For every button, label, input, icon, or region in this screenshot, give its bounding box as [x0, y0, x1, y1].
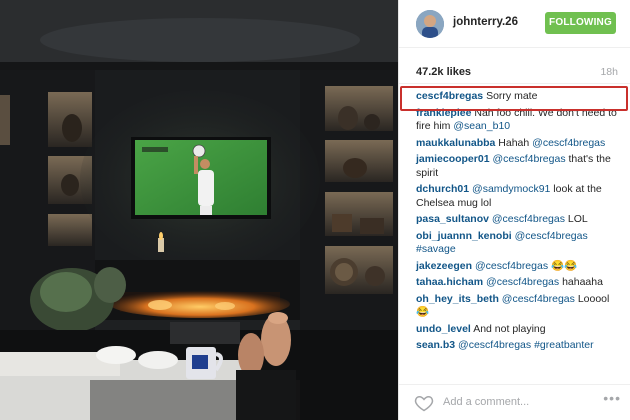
comment-username[interactable]: obi_juannn_kenobi: [416, 230, 512, 242]
likes-row: 47.2k likes 18h: [399, 56, 630, 84]
comment-mention[interactable]: @cescf4bregas: [502, 293, 575, 305]
avatar-image: [416, 10, 444, 38]
comment-username[interactable]: jakezeegen: [416, 260, 472, 272]
comment-text: And not playing: [473, 322, 546, 335]
comment-item: dchurch01 @samdymock91 look at the Chels…: [416, 183, 622, 210]
comment-mention[interactable]: @cescf4bregas: [458, 339, 531, 351]
comment-item: jamiecooper01 @cescf4bregas that's the s…: [416, 153, 622, 180]
comment-mention[interactable]: #savage: [416, 243, 456, 255]
living-room-tv-photo: [0, 0, 398, 420]
comment-text: hahaaha: [559, 276, 603, 288]
comment-text: Hahah: [498, 136, 533, 149]
post-details-panel: johnterry.26 FOLLOWING 47.2k likes 18h c…: [398, 0, 630, 420]
comment-username[interactable]: pasa_sultanov: [416, 213, 489, 225]
comment-item: jakezeegen @cescf4bregas 😂😂: [416, 260, 622, 274]
comment-mention[interactable]: @cescf4bregas: [492, 153, 565, 165]
highlight-box: [400, 86, 628, 111]
likes-count[interactable]: 47.2k likes: [416, 66, 471, 78]
post-photo[interactable]: [0, 0, 398, 420]
comment-footer: Add a comment... •••: [399, 384, 630, 420]
comment-item: obi_juannn_kenobi @cescf4bregas #savage: [416, 230, 622, 257]
comment-item: maukkalunabba Hahah @cescf4bregas: [416, 137, 622, 151]
comment-text: LOL: [565, 213, 588, 225]
comment-item: sean.b3 @cescf4bregas #greatbanter: [416, 339, 622, 353]
comment-mention[interactable]: @cescf4bregas: [515, 230, 588, 242]
avatar[interactable]: [416, 10, 444, 38]
comment-item: oh_hey_its_beth @cescf4bregas Looool😂: [416, 293, 622, 320]
comments-list: cescf4bregas Sorry mate frankiepiee Nah f…: [416, 90, 622, 356]
comment-username[interactable]: oh_hey_its_beth: [416, 293, 499, 305]
post-time[interactable]: 18h: [600, 66, 618, 78]
comment-username[interactable]: maukkalunabba: [416, 137, 495, 149]
add-comment-input[interactable]: Add a comment...: [443, 396, 529, 408]
following-button[interactable]: FOLLOWING: [545, 12, 616, 34]
post-author-username[interactable]: johnterry.26: [453, 16, 518, 28]
comment-mention[interactable]: @cescf4bregas: [475, 260, 548, 272]
comment-mention[interactable]: @cescf4bregas: [532, 137, 605, 149]
comment-item: pasa_sultanov @cescf4bregas LOL: [416, 213, 622, 227]
comment-username[interactable]: tahaa.hicham: [416, 276, 483, 288]
comment-mention[interactable]: #greatbanter: [534, 339, 594, 351]
post-header: johnterry.26 FOLLOWING: [399, 0, 630, 48]
comment-username[interactable]: undo_level: [416, 323, 471, 335]
comment-username[interactable]: sean.b3: [416, 339, 455, 351]
more-options-icon[interactable]: •••: [603, 390, 621, 406]
comment-mention[interactable]: @sean_b10: [453, 120, 510, 132]
comment-item: tahaa.hicham @cescf4bregas hahaaha: [416, 276, 622, 290]
heart-icon[interactable]: [414, 393, 434, 413]
comment-username[interactable]: dchurch01: [416, 183, 469, 195]
comment-username[interactable]: jamiecooper01: [416, 153, 490, 165]
comment-mention[interactable]: @cescf4bregas: [486, 276, 559, 288]
comment-text: 😂😂: [548, 259, 578, 272]
comment-item: undo_level And not playing: [416, 323, 622, 337]
comment-mention[interactable]: @samdymock91: [472, 183, 550, 195]
comment-mention[interactable]: @cescf4bregas: [492, 213, 565, 225]
